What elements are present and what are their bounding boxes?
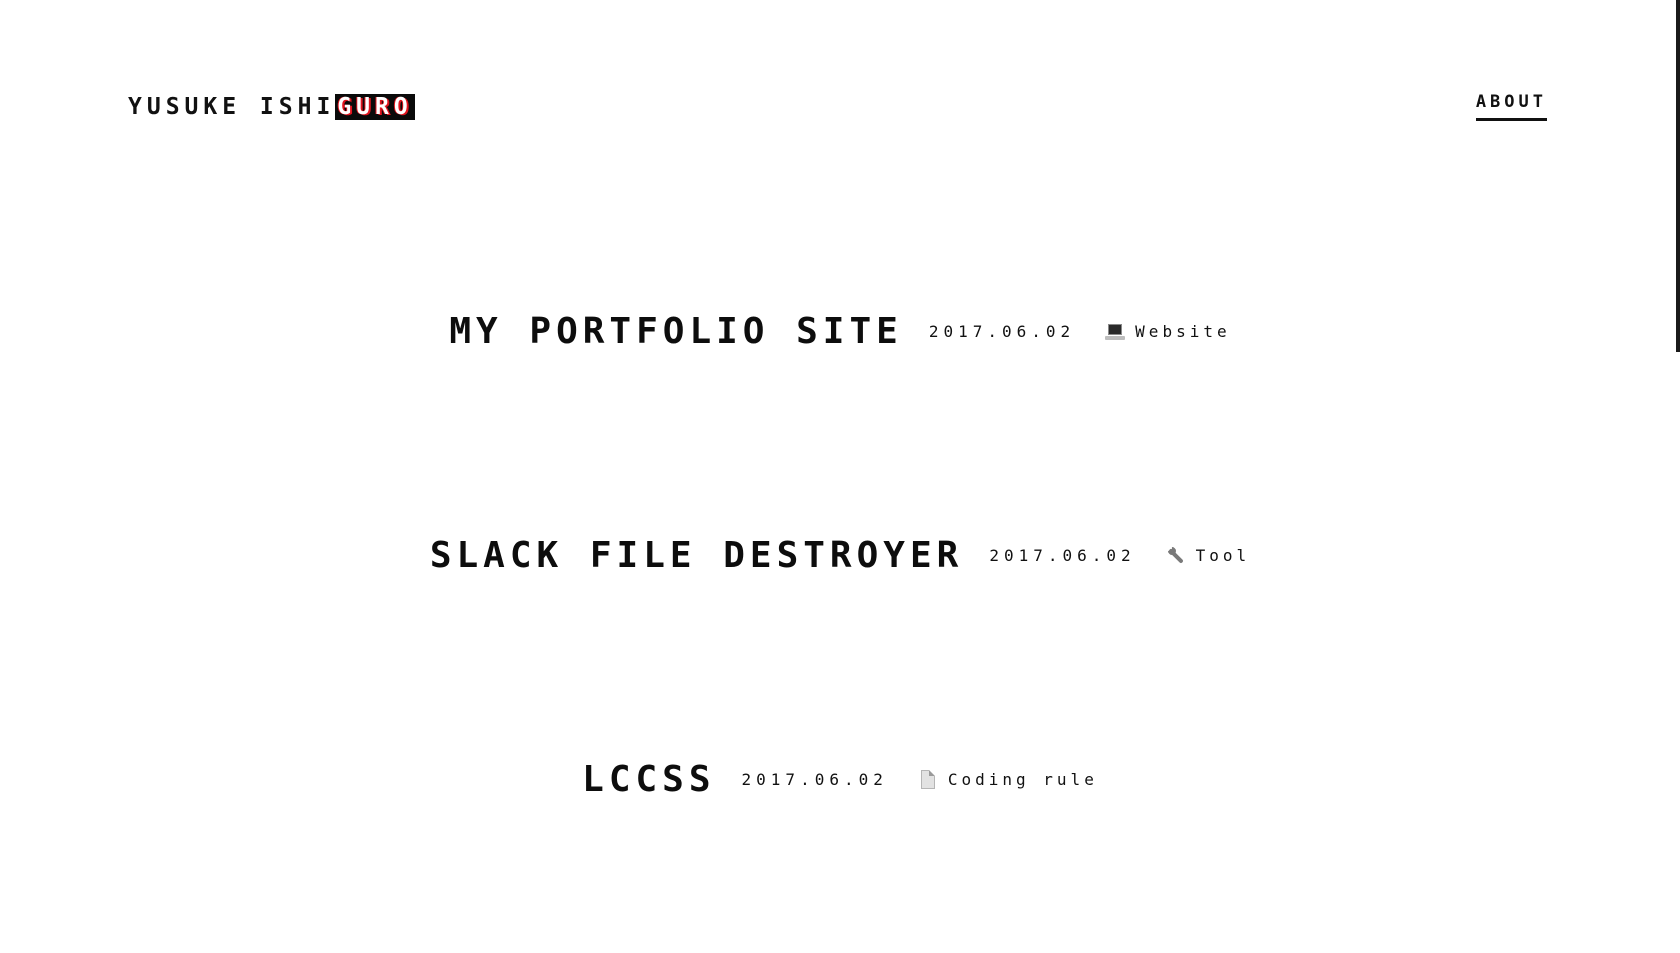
project-category-label: Tool xyxy=(1195,546,1251,565)
project-date: 2017.06.02 xyxy=(741,770,888,789)
logo-name-main: YUSUKE ISHI xyxy=(128,94,336,120)
project-date: 2017.06.02 xyxy=(989,546,1136,565)
scrollbar-track[interactable] xyxy=(1676,0,1680,953)
project-date: 2017.06.02 xyxy=(928,322,1076,341)
project-title[interactable]: SLACK FILE DESTROYER xyxy=(430,535,963,576)
scrollbar-thumb[interactable] xyxy=(1676,0,1680,352)
laptop-icon xyxy=(1105,322,1126,342)
project-item: LCCSS 2017.06.02 Coding rule xyxy=(0,759,1680,800)
site-logo[interactable]: YUSUKE ISHI GURO xyxy=(128,92,415,122)
project-item: MY PORTFOLIO SITE 2017.06.02 Website xyxy=(0,311,1680,352)
project-category: Coding rule xyxy=(918,769,1098,790)
project-item: SLACK FILE DESTROYER 2017.06.02 Tool xyxy=(0,535,1680,576)
page: YUSUKE ISHI GURO ABOUT MY PORTFOLIO SITE … xyxy=(0,0,1680,953)
project-title[interactable]: LCCSS xyxy=(582,759,715,800)
project-category-label: Website xyxy=(1135,322,1231,341)
logo-name-glitch: GURO xyxy=(335,94,415,120)
project-category: Tool xyxy=(1165,544,1251,566)
project-category-label: Coding rule xyxy=(947,770,1098,789)
project-title[interactable]: MY PORTFOLIO SITE xyxy=(449,311,902,352)
document-icon xyxy=(918,769,938,790)
wrench-icon xyxy=(1165,544,1186,566)
project-category: Website xyxy=(1105,322,1230,342)
nav-about-link[interactable]: ABOUT xyxy=(1475,92,1547,121)
